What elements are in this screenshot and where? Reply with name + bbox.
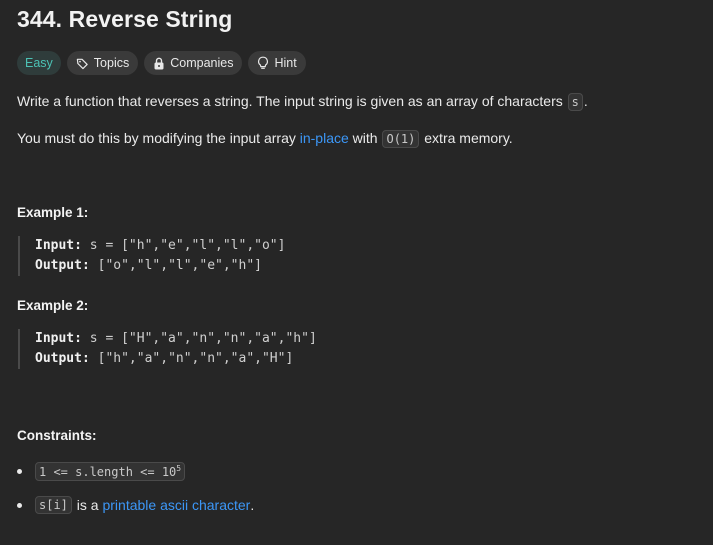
tag-bar: Easy Topics Companies Hint	[17, 51, 306, 75]
example-2-heading: Example 2:	[17, 298, 89, 313]
example-1-block: Input: s = ["h","e","l","l","o"] Output:…	[18, 236, 285, 276]
example-1-input: Input: s = ["h","e","l","l","o"]	[35, 236, 285, 256]
topics-label: Topics	[93, 56, 130, 70]
inline-code-complexity: O(1)	[382, 130, 420, 148]
input-value: s = ["h","e","l","l","o"]	[81, 238, 286, 253]
inline-code-s: s	[567, 93, 583, 111]
constraint-text: is a	[72, 497, 103, 513]
printable-ascii-link[interactable]: printable ascii character	[102, 497, 250, 513]
hint-button[interactable]: Hint	[248, 51, 306, 75]
paragraph-text: Write a function that reverses a string.…	[17, 93, 567, 109]
bullet-icon	[17, 502, 22, 508]
output-value: ["h","a","n","n","a","H"]	[89, 351, 294, 366]
output-value: ["o","l","l","e","h"]	[89, 258, 262, 273]
constraint-item-1: 1 <= s.length <= 105	[17, 462, 186, 481]
example-1-output: Output: ["o","l","l","e","h"]	[35, 256, 285, 276]
companies-label: Companies	[170, 56, 234, 70]
paragraph-text-mid: with	[348, 130, 382, 146]
constraint-code-text: 1 <= s.length <= 10	[39, 465, 177, 479]
topics-button[interactable]: Topics	[66, 51, 139, 75]
difficulty-badge: Easy	[17, 51, 61, 75]
example-1-heading: Example 1:	[17, 205, 89, 220]
problem-description: 344. Reverse String Easy Topics Companie…	[0, 0, 713, 545]
bullet-icon	[17, 469, 22, 474]
problem-title: 344. Reverse String	[17, 6, 233, 32]
example-2-output: Output: ["h","a","n","n","a","H"]	[35, 349, 317, 369]
example-2-input: Input: s = ["H","a","n","n","a","h"]	[35, 329, 317, 349]
paragraph-text-end: .	[583, 93, 588, 109]
description-paragraph-2: You must do this by modifying the input …	[17, 130, 513, 148]
difficulty-label: Easy	[25, 56, 53, 70]
companies-button[interactable]: Companies	[144, 51, 243, 75]
paragraph-text: You must do this by modifying the input …	[17, 130, 300, 146]
constraint-item-2: s[i] is a printable ascii character.	[17, 496, 254, 514]
input-label: Input:	[35, 238, 82, 253]
constraint-text-end: .	[250, 497, 255, 513]
output-label: Output:	[35, 258, 90, 273]
hint-label: Hint	[274, 56, 297, 70]
constraint-code-length: 1 <= s.length <= 105	[35, 462, 186, 481]
input-label: Input:	[35, 331, 82, 346]
lightbulb-icon	[257, 56, 269, 70]
tag-icon	[76, 57, 89, 70]
constraint-code-si: s[i]	[35, 496, 72, 514]
input-value: s = ["H","a","n","n","a","h"]	[81, 331, 317, 346]
in-place-link[interactable]: in-place	[300, 130, 349, 146]
paragraph-text-end: extra memory.	[420, 130, 513, 146]
exponent: 5	[176, 464, 182, 473]
example-2-block: Input: s = ["H","a","n","n","a","h"] Out…	[18, 329, 317, 369]
lock-icon	[153, 57, 165, 70]
constraints-heading: Constraints:	[17, 428, 97, 443]
output-label: Output:	[35, 351, 90, 366]
description-paragraph-1: Write a function that reverses a string.…	[17, 93, 588, 111]
